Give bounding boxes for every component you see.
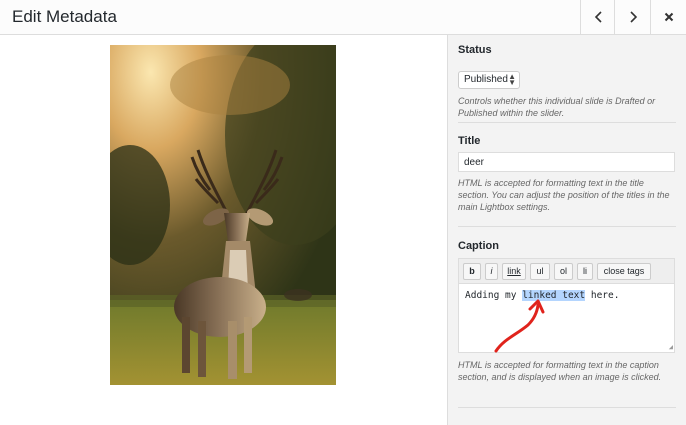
chevron-right-icon [629, 11, 637, 23]
close-tags-button[interactable]: close tags [597, 263, 651, 280]
caption-text-after: here. [585, 290, 620, 301]
title-description: HTML is accepted for formatting text in … [458, 178, 670, 212]
annotation-arrow-icon [494, 299, 545, 353]
metadata-sidebar: Status Published ▲ ▼ Controls whether thi… [447, 35, 686, 425]
status-description: Controls whether this individual slide i… [458, 96, 656, 118]
title-input[interactable]: deer [458, 152, 675, 172]
caption-toolbar: b i link ul ol li close tags [458, 258, 675, 284]
resize-handle-icon[interactable]: ◢ [669, 344, 673, 351]
divider [458, 407, 676, 408]
divider [458, 122, 676, 123]
li-button[interactable]: li [577, 263, 593, 280]
close-icon [664, 12, 673, 22]
status-select-value: Published [464, 74, 508, 85]
ol-button[interactable]: ol [554, 263, 573, 280]
caption-label: Caption [458, 240, 499, 252]
ul-button[interactable]: ul [530, 263, 550, 280]
close-button[interactable] [650, 0, 686, 34]
status-select[interactable]: Published ▲ ▼ [458, 71, 520, 89]
title-label: Title [458, 135, 481, 147]
status-label: Status [458, 44, 492, 56]
previous-button[interactable] [580, 0, 616, 34]
bold-button[interactable]: b [463, 263, 481, 280]
select-arrows-icon: ▲ ▼ [508, 72, 516, 87]
image-preview-area [0, 35, 447, 425]
status-section: Status Published ▲ ▼ Controls whether thi… [458, 44, 676, 124]
caption-description: HTML is accepted for formatting text in … [458, 360, 662, 382]
modal-title: Edit Metadata [12, 7, 117, 26]
chevron-left-icon [594, 11, 602, 23]
italic-button[interactable]: i [485, 263, 498, 280]
deer-photo [110, 45, 336, 385]
title-section: Title deer HTML is accepted for formatti… [458, 135, 676, 225]
modal-header: Edit Metadata [0, 0, 686, 35]
divider [458, 226, 676, 227]
next-button[interactable] [614, 0, 650, 34]
link-button[interactable]: link [502, 263, 526, 280]
